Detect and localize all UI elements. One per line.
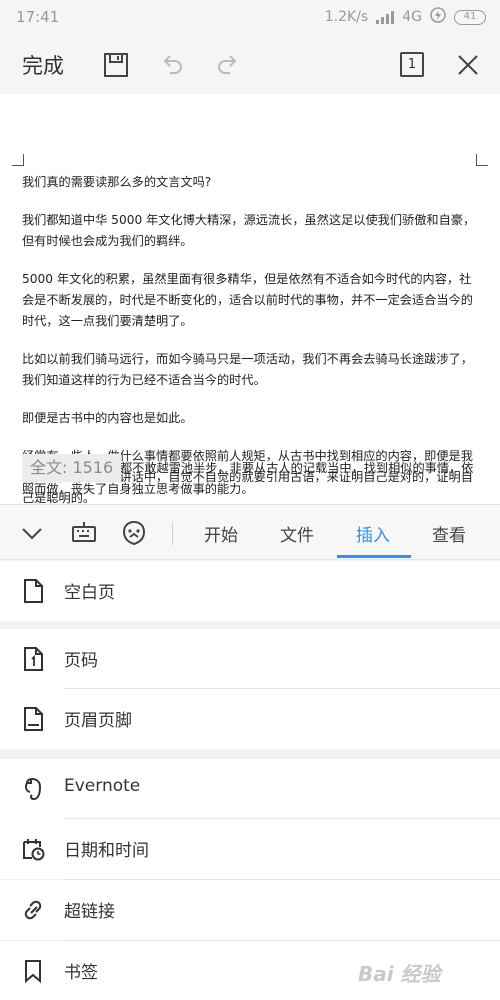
close-icon[interactable] — [454, 51, 482, 79]
menu-item-blank-page[interactable]: 空白页 — [0, 561, 500, 621]
doc-paragraph[interactable]: 5000 年文化的积累，虽然里面有很多精华，但是依然有不适合如今时代的内容，社会… — [22, 269, 482, 332]
status-bar: 17:41 1.2K/s 4G 41 — [0, 0, 500, 34]
status-indicators: 1.2K/s 4G 41 — [325, 7, 486, 27]
blank-page-icon — [20, 577, 46, 605]
menu-item-label: 页码 — [64, 651, 98, 671]
done-button[interactable]: 完成 — [22, 50, 64, 80]
menu-item-page-number[interactable]: 页码 — [0, 629, 500, 689]
doc-paragraph[interactable]: 即便是古书中的内容也是如此。 — [22, 408, 482, 429]
network-type: 4G — [402, 9, 422, 25]
word-count-badge: 全文: 1516 — [22, 454, 122, 482]
undo-icon[interactable] — [158, 51, 186, 79]
hyperlink-icon — [20, 896, 46, 924]
document-canvas[interactable]: 我们真的需要读那么多的文言文吗? 我们都知道中华 5000 年文化博大精深，源远… — [0, 94, 500, 504]
watermark: Bai 经验 — [358, 962, 441, 986]
redo-icon[interactable] — [214, 51, 242, 79]
status-time: 17:41 — [16, 8, 60, 26]
evernote-icon — [20, 775, 46, 803]
collapse-chevron-icon[interactable] — [18, 519, 46, 547]
bookmark-icon — [20, 957, 46, 985]
page-number-icon — [20, 645, 46, 673]
tab-file[interactable]: 文件 — [280, 521, 314, 546]
ribbon-bar: 开始 文件 插入 查看 — [0, 504, 500, 560]
menu-item-label: Evernote — [64, 776, 141, 796]
active-tab-indicator — [337, 555, 411, 558]
menu-item-label: 超链接 — [64, 902, 115, 922]
margin-corner-left — [12, 154, 24, 166]
battery-indicator: 41 — [454, 9, 486, 25]
doc-paragraph[interactable]: 比如以前我们骑马远行，而如今骑马只是一项活动，我们不再会去骑马长途跋涉了，我们知… — [22, 349, 482, 391]
menu-item-header-footer[interactable]: 页眉页脚 — [0, 689, 500, 749]
app-toolbar: 完成 1 — [0, 34, 500, 94]
charging-icon — [430, 7, 446, 27]
menu-item-evernote[interactable]: Evernote — [0, 759, 500, 819]
signal-icon — [376, 10, 395, 24]
menu-item-date-time[interactable]: 日期和时间 — [0, 819, 500, 879]
insert-menu: 空白页 页码 页眉页脚 Evernote 日期和时间 超链接 书签 — [0, 561, 500, 1000]
tab-insert[interactable]: 插入 — [356, 521, 390, 546]
keyboard-icon[interactable] — [70, 519, 98, 547]
date-time-icon — [20, 835, 46, 863]
header-footer-icon — [20, 705, 46, 733]
menu-item-label: 书签 — [64, 963, 98, 983]
ai-assistant-icon[interactable] — [120, 519, 148, 547]
tab-view[interactable]: 查看 — [432, 521, 466, 546]
menu-item-hyperlink[interactable]: 超链接 — [0, 880, 500, 940]
save-icon[interactable] — [102, 51, 130, 79]
ribbon-divider — [172, 523, 173, 545]
menu-item-label: 页眉页脚 — [64, 711, 132, 731]
page-count-button[interactable]: 1 — [400, 52, 424, 77]
doc-paragraph[interactable]: 我们都知道中华 5000 年文化博大精深，源远流长，虽然这足以使我们骄傲和自豪，… — [22, 210, 482, 252]
margin-corner-right — [476, 154, 488, 166]
menu-item-label: 空白页 — [64, 583, 115, 603]
menu-item-label: 日期和时间 — [64, 841, 149, 861]
doc-paragraph[interactable]: 我们真的需要读那么多的文言文吗? — [22, 172, 482, 193]
network-speed: 1.2K/s — [324, 9, 369, 25]
tab-start[interactable]: 开始 — [204, 521, 238, 546]
